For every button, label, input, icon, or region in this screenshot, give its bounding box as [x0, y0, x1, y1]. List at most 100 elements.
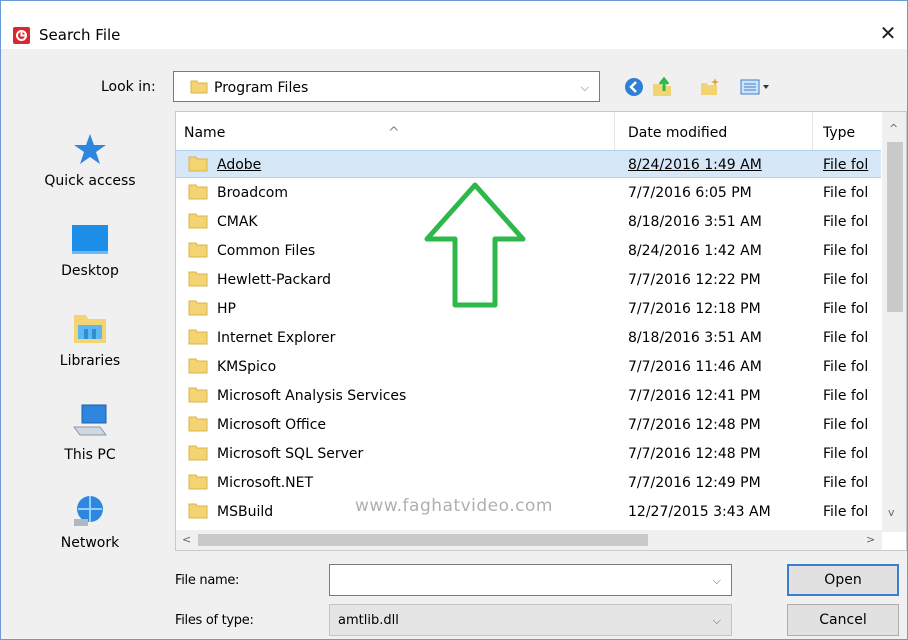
- libraries-icon: [70, 315, 110, 351]
- cancel-button[interactable]: Cancel: [787, 604, 899, 636]
- place-label: Network: [60, 535, 120, 551]
- folder-icon: [188, 182, 208, 204]
- column-header-date[interactable]: Date modified: [628, 125, 727, 141]
- folder-icon: [188, 385, 208, 407]
- place-network[interactable]: Network: [15, 491, 165, 551]
- place-this-pc[interactable]: This PC: [15, 401, 165, 463]
- folder-icon: [188, 472, 208, 494]
- folder-icon: [188, 356, 208, 378]
- look-in-value: Program Files: [214, 80, 309, 96]
- type-cell: File fol: [823, 185, 869, 201]
- new-folder-icon[interactable]: [699, 76, 721, 98]
- file-name-label: File name:: [175, 573, 240, 588]
- file-name-field[interactable]: ⌵: [329, 564, 732, 596]
- scroll-right-icon[interactable]: >: [866, 533, 875, 546]
- file-type-select[interactable]: amtlib.dll ⌵: [329, 604, 732, 636]
- date-modified-cell: 7/7/2016 12:18 PM: [628, 301, 761, 317]
- window-title: Search File: [39, 26, 121, 44]
- place-label: This PC: [64, 447, 116, 463]
- up-arrow-annotation-icon: [424, 182, 526, 308]
- file-name-cell: Hewlett-Packard: [217, 272, 332, 288]
- chevron-down-icon[interactable]: ⌵: [713, 574, 721, 588]
- date-modified-cell: 7/7/2016 12:41 PM: [628, 388, 761, 404]
- horizontal-scroll-thumb[interactable]: [198, 534, 648, 546]
- folder-icon: [188, 298, 208, 320]
- file-name-cell: Microsoft.NET: [217, 475, 314, 491]
- date-modified-cell: 7/7/2016 12:49 PM: [628, 475, 761, 491]
- column-separator[interactable]: [812, 112, 813, 150]
- place-label: Libraries: [59, 353, 121, 369]
- look-in-combo[interactable]: Program Files ⌵: [173, 71, 600, 102]
- file-name-cell: Internet Explorer: [217, 330, 336, 346]
- file-type-label: Files of type:: [175, 613, 254, 628]
- sort-ascending-icon: ^: [388, 125, 400, 141]
- place-libraries[interactable]: Libraries: [15, 309, 165, 369]
- type-cell: File fol: [823, 446, 869, 462]
- app-icon: [13, 27, 30, 44]
- type-cell: File fol: [823, 157, 869, 173]
- type-cell: File fol: [823, 243, 869, 259]
- open-button[interactable]: Open: [787, 564, 899, 596]
- scroll-left-icon[interactable]: <: [182, 533, 191, 546]
- column-separator[interactable]: [614, 112, 615, 150]
- date-modified-cell: 7/7/2016 6:05 PM: [628, 185, 752, 201]
- vertical-scrollbar[interactable]: ^ v: [882, 112, 906, 532]
- date-modified-cell: 7/7/2016 12:22 PM: [628, 272, 761, 288]
- date-modified-cell: 8/18/2016 3:51 AM: [628, 330, 762, 346]
- place-label: Quick access: [44, 173, 136, 189]
- table-row[interactable]: Microsoft SQL Server 7/7/2016 12:48 PM Fil…: [176, 440, 881, 468]
- scroll-up-icon[interactable]: ^: [889, 122, 898, 135]
- up-folder-icon[interactable]: [651, 76, 673, 98]
- places-bar: Quick access Desktop Libraries This PC N…: [15, 105, 165, 575]
- file-name-cell: Broadcom: [217, 185, 288, 201]
- date-modified-cell: 7/7/2016 11:46 AM: [628, 359, 762, 375]
- search-file-dialog: Search File ✕ Look in: Program Files ⌵ Q…: [0, 0, 908, 640]
- watermark: www.faghatvideo.com: [355, 496, 553, 516]
- place-quick-access[interactable]: Quick access: [15, 131, 165, 189]
- file-name-cell: HP: [217, 301, 236, 317]
- place-desktop[interactable]: Desktop: [15, 221, 165, 279]
- file-name-cell: CMAK: [217, 214, 258, 230]
- file-name-cell: MSBuild: [217, 504, 274, 520]
- folder-icon: [190, 78, 208, 98]
- table-row[interactable]: Internet Explorer 8/18/2016 3:51 AM File f…: [176, 324, 881, 352]
- file-list-header: ^ Name Date modified Type: [176, 112, 906, 150]
- folder-icon: [188, 414, 208, 436]
- file-name-cell: Adobe: [217, 157, 262, 173]
- file-name-cell: Microsoft SQL Server: [217, 446, 364, 462]
- folder-icon: [188, 443, 208, 465]
- type-cell: File fol: [823, 330, 869, 346]
- date-modified-cell: 12/27/2015 3:43 AM: [628, 504, 771, 520]
- type-cell: File fol: [823, 359, 869, 375]
- computer-icon: [68, 404, 112, 445]
- table-row[interactable]: Microsoft Analysis Services 7/7/2016 12:4…: [176, 382, 881, 410]
- network-icon: [68, 496, 112, 533]
- table-row[interactable]: Microsoft.NET 7/7/2016 12:49 PM File fol: [176, 469, 881, 497]
- back-icon[interactable]: [623, 76, 645, 98]
- chevron-down-icon[interactable]: ⌵: [581, 81, 589, 95]
- table-row[interactable]: Adobe 8/24/2016 1:49 AM File fol: [176, 150, 881, 178]
- place-label: Desktop: [61, 263, 119, 279]
- file-name-cell: Microsoft Office: [217, 417, 327, 433]
- file-name-cell: Common Files: [217, 243, 316, 259]
- type-cell: File fol: [823, 475, 869, 491]
- type-cell: File fol: [823, 504, 869, 520]
- type-cell: File fol: [823, 214, 869, 230]
- file-name-cell: Microsoft Analysis Services: [217, 388, 407, 404]
- folder-icon: [188, 154, 208, 176]
- horizontal-scrollbar[interactable]: < >: [176, 530, 882, 550]
- vertical-scroll-thumb[interactable]: [887, 142, 903, 312]
- table-row[interactable]: Microsoft Office 7/7/2016 12:48 PM File fo…: [176, 411, 881, 439]
- title-bar: Search File ✕: [1, 1, 907, 49]
- column-header-type[interactable]: Type: [823, 125, 855, 141]
- file-list[interactable]: ^ Name Date modified Type Adobe 8/24/2016…: [175, 111, 907, 551]
- view-menu-icon[interactable]: [739, 76, 773, 98]
- chevron-down-icon[interactable]: ⌵: [713, 614, 721, 628]
- folder-icon: [188, 269, 208, 291]
- type-cell: File fol: [823, 301, 869, 317]
- folder-icon: [188, 327, 208, 349]
- table-row[interactable]: KMSpico 7/7/2016 11:46 AM File fol: [176, 353, 881, 381]
- close-button[interactable]: ✕: [873, 19, 903, 47]
- scroll-down-icon[interactable]: v: [888, 506, 895, 519]
- column-header-name[interactable]: Name: [184, 125, 225, 141]
